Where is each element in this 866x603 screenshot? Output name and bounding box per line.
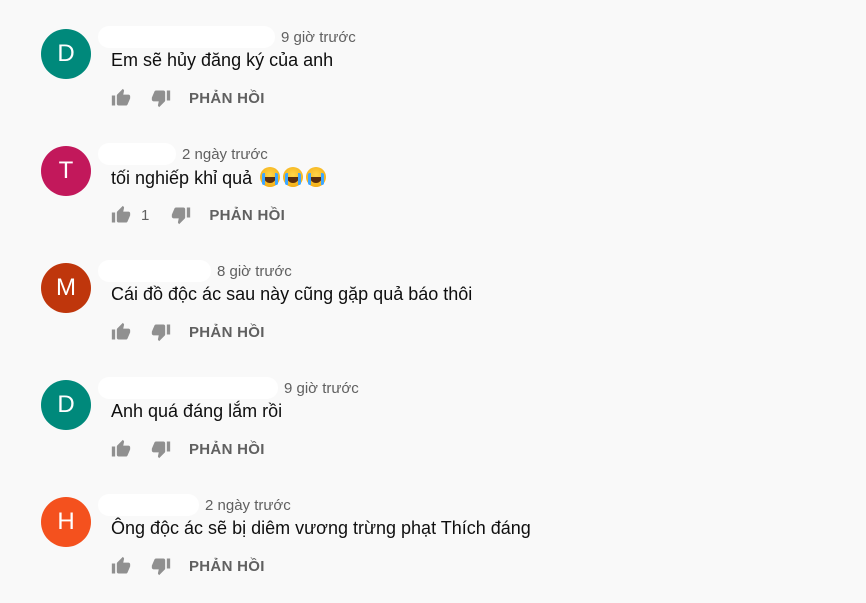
comment-text: Ông độc ác sẽ bị diêm vương trừng phạt T… bbox=[111, 518, 531, 538]
loudly-crying-face-icon bbox=[283, 167, 304, 187]
comment-item: D 9 giờ trước Anh quá đáng lắm rồi PHẢN … bbox=[0, 377, 866, 497]
reply-button[interactable]: PHẢN HỒI bbox=[189, 441, 265, 458]
comment-header: 8 giờ trước bbox=[98, 258, 292, 284]
thumb-up-icon[interactable] bbox=[109, 554, 133, 578]
comment-time[interactable]: 9 giờ trước bbox=[284, 380, 359, 397]
avatar[interactable]: D bbox=[41, 380, 91, 430]
comment-item: D 9 giờ trước Em sẽ hủy đăng ký của anh … bbox=[0, 26, 866, 146]
comment-time[interactable]: 2 ngày trước bbox=[205, 497, 291, 514]
author-name-redacted[interactable] bbox=[98, 260, 211, 282]
thumb-down-icon[interactable] bbox=[149, 86, 173, 110]
thumb-down-icon[interactable] bbox=[169, 203, 193, 227]
avatar[interactable]: H bbox=[41, 497, 91, 547]
comment-text: tối nghiếp khỉ quả bbox=[111, 168, 253, 188]
avatar[interactable]: D bbox=[41, 29, 91, 79]
reply-button[interactable]: PHẢN HỒI bbox=[189, 558, 265, 575]
comment-text: Cái đồ độc ác sau này cũng gặp quả báo t… bbox=[111, 284, 473, 304]
comment-time[interactable]: 8 giờ trước bbox=[217, 263, 292, 280]
thumb-up-icon[interactable] bbox=[109, 437, 133, 461]
comment-actions: PHẢN HỒI bbox=[109, 320, 265, 344]
comment-actions: PHẢN HỒI bbox=[109, 437, 265, 461]
comment-text: Em sẽ hủy đăng ký của anh bbox=[111, 50, 334, 70]
comment-actions: PHẢN HỒI bbox=[109, 86, 265, 110]
loudly-crying-face-icon bbox=[260, 167, 281, 187]
comment-list: D 9 giờ trước Em sẽ hủy đăng ký của anh … bbox=[0, 0, 866, 603]
reply-button[interactable]: PHẢN HỒI bbox=[189, 324, 265, 341]
comment-time[interactable]: 2 ngày trước bbox=[182, 146, 268, 163]
thumb-down-icon[interactable] bbox=[149, 320, 173, 344]
like-count: 1 bbox=[141, 206, 150, 224]
comment-time[interactable]: 9 giờ trước bbox=[281, 29, 356, 46]
comment-text: Anh quá đáng lắm rồi bbox=[111, 401, 283, 421]
author-name-redacted[interactable] bbox=[98, 26, 275, 48]
comment-header: 9 giờ trước bbox=[98, 24, 356, 50]
loudly-crying-face-icon bbox=[306, 167, 327, 187]
author-name-redacted[interactable] bbox=[98, 143, 176, 165]
comment-actions: 1 PHẢN HỒI bbox=[109, 203, 285, 227]
comment-item: M 8 giờ trước Cái đồ độc ác sau này cũng… bbox=[0, 260, 866, 380]
thumb-up-icon[interactable] bbox=[109, 203, 133, 227]
reply-button[interactable]: PHẢN HỒI bbox=[189, 90, 265, 107]
comment-header: 9 giờ trước bbox=[98, 375, 359, 401]
thumb-up-icon[interactable] bbox=[109, 86, 133, 110]
comment-item: H 2 ngày trước Ông độc ác sẽ bị diêm vươ… bbox=[0, 494, 866, 603]
author-name-redacted[interactable] bbox=[98, 377, 278, 399]
thumb-up-icon[interactable] bbox=[109, 320, 133, 344]
thumb-down-icon[interactable] bbox=[149, 437, 173, 461]
avatar[interactable]: T bbox=[41, 146, 91, 196]
comment-item: T 2 ngày trước tối nghiếp khỉ quả 1 PHẢN… bbox=[0, 143, 866, 263]
author-name-redacted[interactable] bbox=[98, 494, 199, 516]
comment-header: 2 ngày trước bbox=[98, 141, 268, 167]
comment-actions: PHẢN HỒI bbox=[109, 554, 265, 578]
comment-text-container: tối nghiếp khỉ quả bbox=[111, 167, 327, 189]
comment-header: 2 ngày trước bbox=[98, 492, 291, 518]
avatar[interactable]: M bbox=[41, 263, 91, 313]
thumb-down-icon[interactable] bbox=[149, 554, 173, 578]
reply-button[interactable]: PHẢN HỒI bbox=[209, 207, 285, 224]
